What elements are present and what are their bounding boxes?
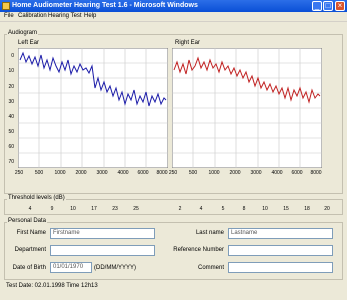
threshold-left-value: 17 <box>91 206 97 212</box>
close-button[interactable]: × <box>335 1 345 11</box>
threshold-right-value: 10 <box>262 206 268 212</box>
y-tick-left: 70 <box>8 159 14 165</box>
window-title: Home Audiometer Hearing Test 1.6 - Micro… <box>12 2 198 9</box>
menu-file[interactable]: File <box>4 12 14 21</box>
status-text: Test Date: 02.01.1998 Time 12h13 <box>6 283 98 289</box>
threshold-left-value: 9 <box>50 206 54 212</box>
first-name-label: First Name <box>16 230 46 236</box>
threshold-left-value: 10 <box>70 206 76 212</box>
threshold-group-label: Threshold levels (dB) <box>7 195 66 202</box>
threshold-right-value: 20 <box>324 206 330 212</box>
y-tick-left: 40 <box>8 114 14 120</box>
x-tick-left: 500 <box>34 170 44 176</box>
comment-label: Comment <box>197 265 224 271</box>
x-tick-left: 2000 <box>75 170 87 176</box>
x-tick-left: 250 <box>14 170 24 176</box>
maximize-button[interactable]: □ <box>323 1 333 11</box>
threshold-right-value: 5 <box>221 206 225 212</box>
x-tick-right: 2000 <box>229 170 241 176</box>
minimize-button[interactable]: _ <box>312 1 322 11</box>
x-tick-right: 250 <box>168 170 178 176</box>
y-tick-left: 50 <box>8 129 14 135</box>
threshold-left-value: 25 <box>133 206 139 212</box>
y-tick-left: 10 <box>8 68 14 74</box>
threshold-right-value: 2 <box>178 206 182 212</box>
menu-calibration[interactable]: Calibration <box>18 12 47 21</box>
y-tick-left: 30 <box>8 99 14 105</box>
x-tick-left: 1000 <box>54 170 66 176</box>
x-tick-right: 3000 <box>250 170 262 176</box>
app-icon <box>2 2 10 10</box>
menu-help[interactable]: Help <box>84 12 96 21</box>
dob-field[interactable]: 01/01/1970 <box>50 262 92 273</box>
last-name-label: Last name <box>195 230 224 236</box>
y-tick-left: 60 <box>8 144 14 150</box>
threshold-right-value: 15 <box>283 206 289 212</box>
left-ear-plot <box>18 48 168 168</box>
x-tick-right: 8000 <box>310 170 322 176</box>
x-tick-right: 6000 <box>291 170 303 176</box>
x-tick-left: 6000 <box>137 170 149 176</box>
department-field[interactable] <box>50 245 155 256</box>
x-tick-right: 500 <box>188 170 198 176</box>
x-tick-right: 4000 <box>271 170 283 176</box>
right-ear-label: Right Ear <box>175 40 201 46</box>
x-tick-left: 3000 <box>96 170 108 176</box>
x-tick-right: 1000 <box>208 170 220 176</box>
x-tick-left: 4000 <box>117 170 129 176</box>
threshold-right-value: 18 <box>304 206 310 212</box>
threshold-left-value: 23 <box>112 206 118 212</box>
comment-field[interactable] <box>228 262 333 273</box>
threshold-left-value: 4 <box>28 206 32 212</box>
reference-number-label: Reference Number <box>173 247 224 253</box>
right-ear-plot <box>172 48 322 168</box>
personal-data-group-label: Personal Data <box>7 218 48 225</box>
dob-format-hint: (DD/MM/YYYY) <box>94 265 136 271</box>
left-ear-label: Left Ear <box>18 40 40 46</box>
threshold-right-value: 4 <box>199 206 203 212</box>
menu-hearing-test[interactable]: Hearing Test <box>48 12 82 21</box>
audiogram-group-label: Audiogram <box>7 30 39 37</box>
department-label: Department <box>14 247 46 253</box>
threshold-right-value: 8 <box>242 206 246 212</box>
last-name-field[interactable]: Lastname <box>228 228 333 239</box>
y-tick-left: 0 <box>11 53 14 59</box>
first-name-field[interactable]: Firstname <box>50 228 155 239</box>
dob-label: Date of Birth <box>12 265 46 271</box>
reference-number-field[interactable] <box>228 245 333 256</box>
y-tick-left: 20 <box>8 84 14 90</box>
